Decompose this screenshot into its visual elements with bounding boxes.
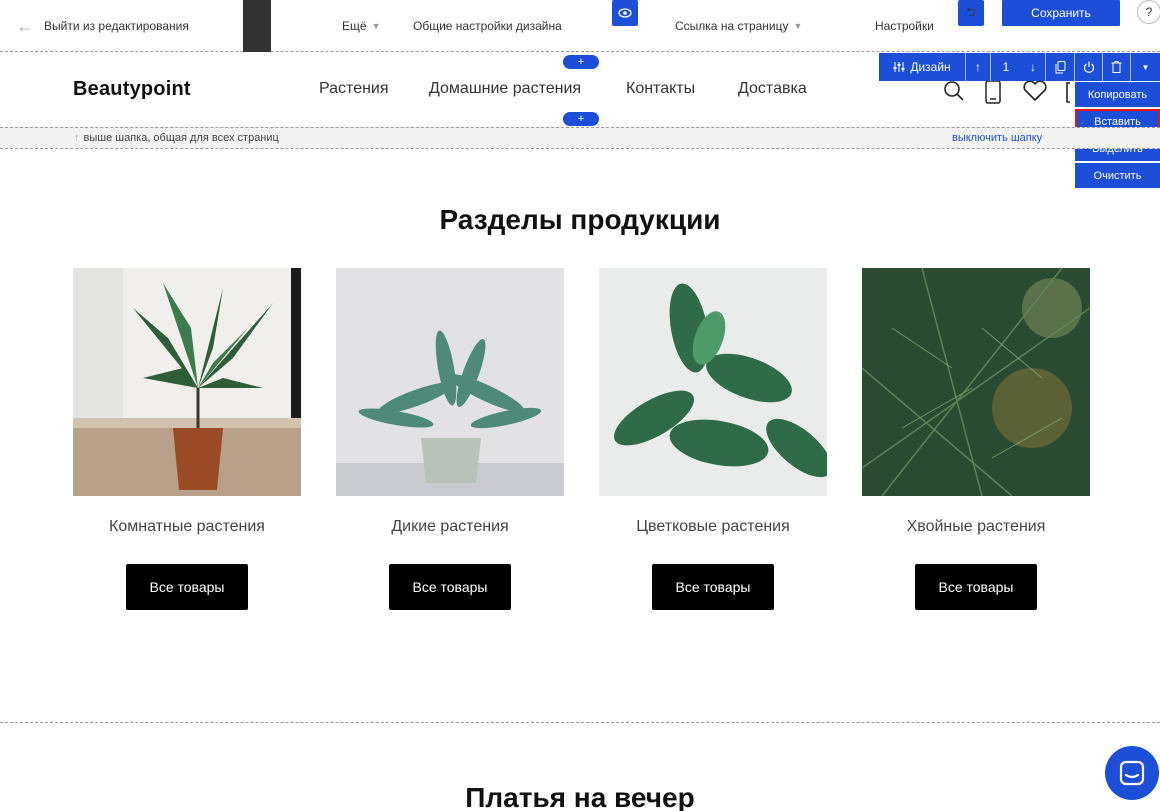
arrow-up-icon: ↑ [975,60,981,74]
product-card: Дикие растения Все товары [336,268,564,610]
help-button[interactable]: ? [1137,0,1160,24]
caret-down-icon: ▼ [1141,62,1150,72]
caret-down-icon: ▼ [371,21,381,31]
undo-button[interactable]: ⮌ [958,0,984,26]
exit-editing-label: Выйти из редактирования [44,19,189,33]
page-link-label: Ссылка на страницу [675,19,789,33]
card-image-indoor-plants[interactable] [73,268,301,496]
trash-icon [1111,61,1122,73]
add-block-below-button[interactable]: + [563,112,599,126]
settings-link[interactable]: Настройки [875,0,934,52]
card-caption: Цветковые растения [636,518,790,535]
all-products-button[interactable]: Все товары [652,564,774,610]
nav-item-plants[interactable]: Растения [319,80,389,98]
add-block-above-button[interactable]: + [563,55,599,69]
nav-item-contacts[interactable]: Контакты [626,80,695,98]
product-card: Хвойные растения Все товары [862,268,1090,610]
all-products-button[interactable]: Все товары [126,564,248,610]
card-caption: Хвойные растения [906,518,1046,535]
eye-icon [618,8,632,18]
more-label: Ещё [342,19,367,33]
editor-toolbar: ← Выйти из редактирования Ещё ▼ Общие на… [0,0,1160,52]
card-image-conifer-plants[interactable] [862,268,1090,496]
nav-item-house-plants[interactable]: Домашние растения [429,80,581,98]
card-image-wild-plants[interactable] [336,268,564,496]
product-card: Комнатные растения Все товары [73,268,301,610]
undo-icon: ⮌ [966,4,976,19]
section-divider [0,722,1160,723]
chat-icon [1119,760,1145,786]
design-settings-link[interactable]: Общие настройки дизайна [413,0,562,52]
site-logo[interactable]: Beautypoint [73,78,191,101]
header-note: ↑ выше шапка, общая для всех страниц [74,132,279,144]
power-icon [1083,61,1094,73]
menu-button[interactable] [243,0,271,52]
next-section-title: Платья на вечер [465,782,695,811]
move-up-button[interactable]: ↑ [966,53,991,81]
arrow-down-icon: ↓ [1030,60,1036,74]
page-link-dropdown[interactable]: Ссылка на страницу ▼ [675,0,802,52]
search-icon[interactable] [943,80,965,102]
block-design-label: Дизайн [910,60,951,74]
move-down-button[interactable]: ↓ [1021,53,1046,81]
menu-item-copy[interactable]: Копировать [1075,82,1160,109]
product-card: Цветковые растения Все товары [599,268,827,610]
save-button[interactable]: Сохранить [1002,0,1120,26]
menu-item-clear[interactable]: Очистить [1075,163,1160,190]
copy-icon [1055,60,1065,73]
card-image-flowering-plants[interactable] [599,268,827,496]
duplicate-button[interactable] [1046,53,1075,81]
sliders-icon [893,62,905,72]
all-products-button[interactable]: Все товары [389,564,511,610]
phone-icon[interactable] [985,80,1001,104]
arrow-left-icon: ← [16,16,34,36]
block-more-button[interactable]: ▼ [1131,53,1160,81]
arrow-up-icon: ↑ [74,132,80,144]
exit-editing-link[interactable]: ← Выйти из редактирования [16,0,189,52]
more-dropdown[interactable]: Ещё ▼ [342,0,380,52]
toggle-visibility-button[interactable] [1075,53,1103,81]
caret-down-icon: ▼ [793,21,803,31]
section-title: Разделы продукции [439,204,721,235]
card-caption: Комнатные растения [109,518,265,535]
hamburger-icon [243,0,271,52]
preview-button[interactable] [612,0,638,26]
card-caption: Дикие растения [391,518,509,535]
disable-header-link[interactable]: выключить шапку [952,132,1042,144]
header-info-strip: ↑ выше шапка, общая для всех страниц выкл… [0,127,1160,149]
nav-item-delivery[interactable]: Доставка [738,80,807,98]
heart-icon[interactable] [1022,80,1048,102]
block-design-button[interactable]: Дизайн [879,53,966,81]
chat-button[interactable] [1105,746,1159,800]
block-toolbar: Дизайн ↑ 1 ↓ ▼ [879,53,1160,81]
delete-block-button[interactable] [1103,53,1131,81]
block-position: 1 [1002,60,1010,74]
all-products-button[interactable]: Все товары [915,564,1037,610]
